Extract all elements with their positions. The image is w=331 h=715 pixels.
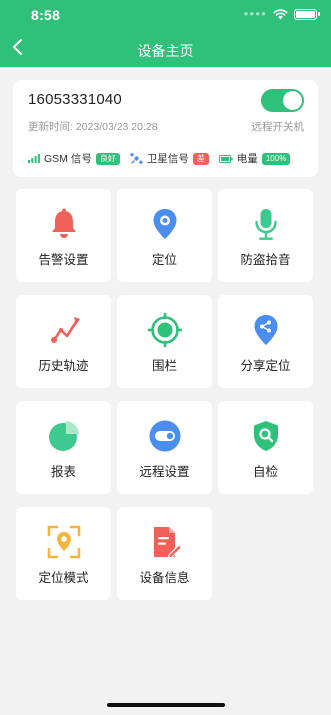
- update-time: 更新时间: 2023/03/23 20:28: [28, 121, 158, 133]
- function-grid: 告警设置 定位 防盗拾音 历史轨迹 围栏 分享定位 报表 远程设置 自检 定位模…: [16, 189, 313, 600]
- share-location-icon: [254, 315, 277, 345]
- status-icons: ●●●●: [243, 9, 320, 20]
- gsm-label: GSM 信号: [44, 153, 92, 165]
- location-mode-icon: [47, 525, 80, 559]
- wifi-icon: [273, 9, 288, 20]
- satellite-status-badge: 差: [192, 152, 209, 165]
- gsm-status-badge: 良好: [95, 152, 120, 165]
- gsm-signal: GSM 信号 良好: [28, 151, 120, 166]
- battery-icon: [218, 154, 233, 163]
- tile-label: 定位模式: [38, 571, 89, 585]
- history-track-tile[interactable]: 历史轨迹: [16, 295, 111, 388]
- microphone-icon: [254, 209, 277, 240]
- route-icon: [50, 317, 80, 343]
- battery-percent-badge: 100%: [261, 152, 291, 165]
- satellite-label: 卫星信号: [146, 153, 189, 165]
- tile-label: 围栏: [151, 359, 177, 373]
- signal-row: GSM 信号 良好 卫星信号 差 电量 100%: [28, 151, 304, 166]
- tile-label: 报表: [50, 465, 76, 479]
- status-bar: 8:58 ●●●●: [0, 0, 331, 30]
- home-indicator: [107, 703, 225, 707]
- status-time: 8:58: [31, 7, 61, 23]
- device-info-tile[interactable]: 设备信息: [117, 507, 212, 600]
- satellite-icon: [129, 152, 143, 165]
- header-bar: 8:58 ●●●● 设备主页: [0, 0, 331, 67]
- satellite-signal: 卫星信号 差: [129, 151, 209, 166]
- location-pin-icon: [153, 209, 176, 239]
- remote-power-toggle[interactable]: [261, 89, 304, 112]
- battery-level: 电量 100%: [218, 151, 291, 166]
- remote-settings-tile[interactable]: 远程设置: [117, 401, 212, 494]
- self-check-tile[interactable]: 自检: [218, 401, 313, 494]
- battery-label: 电量: [236, 153, 258, 165]
- pie-chart-icon: [48, 421, 79, 451]
- signal-dots-icon: ●●●●: [243, 9, 267, 18]
- device-info-icon: [153, 527, 182, 559]
- tile-label: 历史轨迹: [38, 359, 89, 373]
- tile-label: 防盗拾音: [240, 253, 291, 267]
- signal-bars-icon: [28, 154, 40, 163]
- fence-target-icon: [147, 313, 182, 347]
- device-card: 16053331040 更新时间: 2023/03/23 20:28 远程开关机…: [13, 80, 318, 177]
- remote-power-label: 远程开关机: [251, 121, 305, 133]
- location-tile[interactable]: 定位: [117, 189, 212, 282]
- nav-bar: 设备主页: [0, 30, 331, 67]
- page-title: 设备主页: [137, 43, 194, 59]
- tile-label: 分享定位: [240, 359, 291, 373]
- alarm-settings-tile[interactable]: 告警设置: [16, 189, 111, 282]
- anti-theft-audio-tile[interactable]: 防盗拾音: [218, 189, 313, 282]
- shield-search-icon: [253, 421, 278, 451]
- tile-label: 自检: [252, 465, 278, 479]
- device-number: 16053331040: [28, 91, 122, 108]
- fence-tile[interactable]: 围栏: [117, 295, 212, 388]
- tile-label: 定位: [151, 253, 177, 267]
- tile-label: 远程设置: [139, 465, 190, 479]
- report-tile[interactable]: 报表: [16, 401, 111, 494]
- bell-icon: [51, 208, 76, 238]
- remote-toggle-icon: [149, 420, 180, 452]
- location-mode-tile[interactable]: 定位模式: [16, 507, 111, 600]
- tile-label: 设备信息: [139, 571, 190, 585]
- tile-label: 告警设置: [38, 253, 89, 267]
- share-location-tile[interactable]: 分享定位: [218, 295, 313, 388]
- battery-status-icon: [294, 9, 320, 20]
